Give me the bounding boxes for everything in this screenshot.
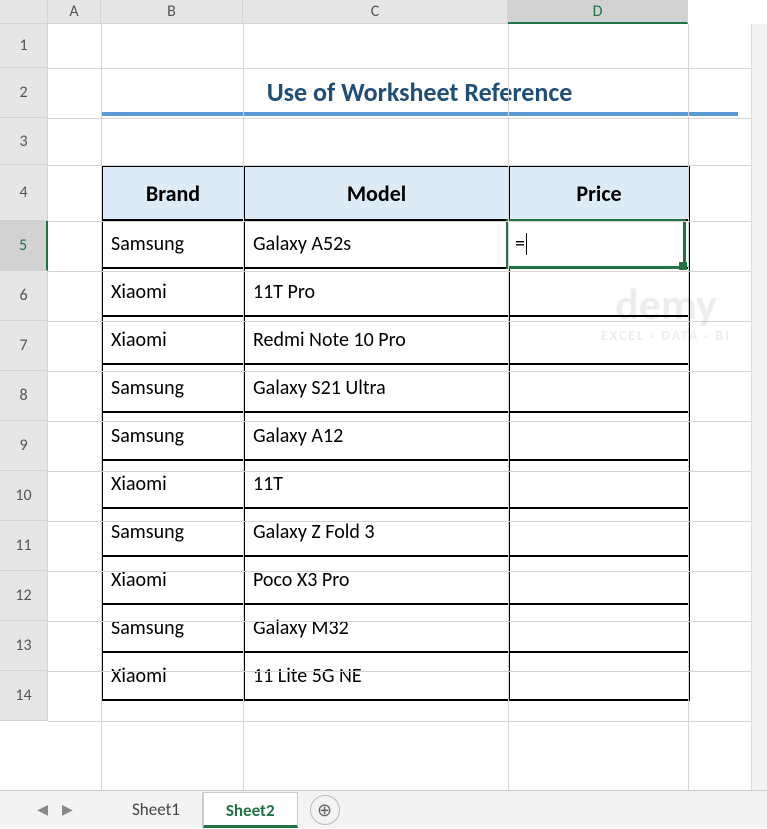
cell-price[interactable]	[509, 268, 689, 316]
col-header-A[interactable]: A	[48, 0, 101, 24]
tab-next-icon[interactable]: ▶	[62, 801, 73, 818]
spreadsheet-view: ABCD 1234567891011121314 Use of Workshee…	[0, 0, 767, 828]
cell-brand[interactable]: Samsung	[102, 220, 244, 268]
row-header-5[interactable]: 5	[0, 221, 48, 271]
cell-brand[interactable]: Samsung	[102, 604, 244, 652]
row-header-4[interactable]: 4	[0, 165, 48, 221]
row-header-1[interactable]: 1	[0, 24, 48, 68]
row-header-7[interactable]: 7	[0, 321, 48, 371]
row-header-12[interactable]: 12	[0, 571, 48, 621]
row-header-2[interactable]: 2	[0, 68, 48, 118]
table-row: XiaomiPoco X3 Pro	[102, 556, 689, 604]
table-row: Xiaomi11T Pro	[102, 268, 689, 316]
col-header-B[interactable]: B	[101, 0, 243, 24]
page-title: Use of Worksheet Reference	[101, 68, 738, 116]
header-brand[interactable]: Brand	[102, 166, 244, 220]
row-header-column: 1234567891011121314	[0, 24, 48, 721]
cell-model[interactable]: Redmi Note 10 Pro	[244, 316, 509, 364]
cell-model[interactable]: 11T Pro	[244, 268, 509, 316]
row-header-14[interactable]: 14	[0, 671, 48, 721]
cell-brand[interactable]: Xiaomi	[102, 556, 244, 604]
row-header-11[interactable]: 11	[0, 521, 48, 571]
header-model[interactable]: Model	[244, 166, 509, 220]
cell-model[interactable]: Poco X3 Pro	[244, 556, 509, 604]
cell-model[interactable]: Galaxy A52s	[244, 220, 509, 268]
cell-price[interactable]	[509, 604, 689, 652]
row-header-3[interactable]: 3	[0, 118, 48, 165]
tab-nav-controls: ◀ ▶	[0, 801, 110, 818]
select-all-corner[interactable]	[0, 0, 48, 24]
cell-brand[interactable]: Samsung	[102, 508, 244, 556]
cell-grid[interactable]: Use of Worksheet Reference Brand Model P…	[48, 24, 767, 828]
cell-model[interactable]: Galaxy M32	[244, 604, 509, 652]
fill-handle[interactable]	[679, 262, 687, 270]
row-header-9[interactable]: 9	[0, 421, 48, 471]
col-header-C[interactable]: C	[243, 0, 508, 24]
table-row: SamsungGalaxy Z Fold 3	[102, 508, 689, 556]
tab-sheet1[interactable]: Sheet1	[110, 792, 203, 828]
col-header-D[interactable]: D	[508, 0, 688, 24]
cell-brand[interactable]: Xiaomi	[102, 460, 244, 508]
vertical-scrollbar[interactable]	[751, 24, 767, 790]
cell-brand[interactable]: Xiaomi	[102, 652, 244, 700]
header-price[interactable]: Price	[509, 166, 689, 220]
row-header-6[interactable]: 6	[0, 271, 48, 321]
table-header-row: Brand Model Price	[102, 166, 689, 220]
cell-price[interactable]	[509, 508, 689, 556]
table-row: SamsungGalaxy M32	[102, 604, 689, 652]
row-header-13[interactable]: 13	[0, 621, 48, 671]
cell-brand[interactable]: Samsung	[102, 412, 244, 460]
column-header-row: ABCD	[0, 0, 767, 24]
table-row: SamsungGalaxy A12	[102, 412, 689, 460]
cell-brand[interactable]: Xiaomi	[102, 268, 244, 316]
cell-brand[interactable]: Xiaomi	[102, 316, 244, 364]
tab-sheet2[interactable]: Sheet2	[203, 792, 298, 828]
cell-price[interactable]	[509, 316, 689, 364]
table-row: Xiaomi11 Lite 5G NE	[102, 652, 689, 700]
cell-price[interactable]	[509, 460, 689, 508]
table-row: XiaomiRedmi Note 10 Pro	[102, 316, 689, 364]
cell-model[interactable]: Galaxy A12	[244, 412, 509, 460]
cell-model[interactable]: 11T	[244, 460, 509, 508]
cell-price[interactable]	[509, 652, 689, 700]
tab-prev-icon[interactable]: ◀	[37, 801, 48, 818]
row-header-10[interactable]: 10	[0, 471, 48, 521]
row-header-8[interactable]: 8	[0, 371, 48, 421]
cell-price[interactable]	[509, 412, 689, 460]
new-sheet-button[interactable]: ⊕	[310, 795, 340, 825]
plus-icon: ⊕	[317, 799, 332, 821]
cell-price[interactable]	[509, 556, 689, 604]
formula-text: =	[515, 232, 525, 256]
active-cell-editor[interactable]: =	[506, 219, 686, 269]
sheet-tab-bar: ◀ ▶ Sheet1 Sheet2 ⊕	[0, 790, 767, 828]
text-caret	[526, 233, 527, 255]
table-row: Xiaomi11T	[102, 460, 689, 508]
cell-model[interactable]: 11 Lite 5G NE	[244, 652, 509, 700]
cell-model[interactable]: Galaxy Z Fold 3	[244, 508, 509, 556]
